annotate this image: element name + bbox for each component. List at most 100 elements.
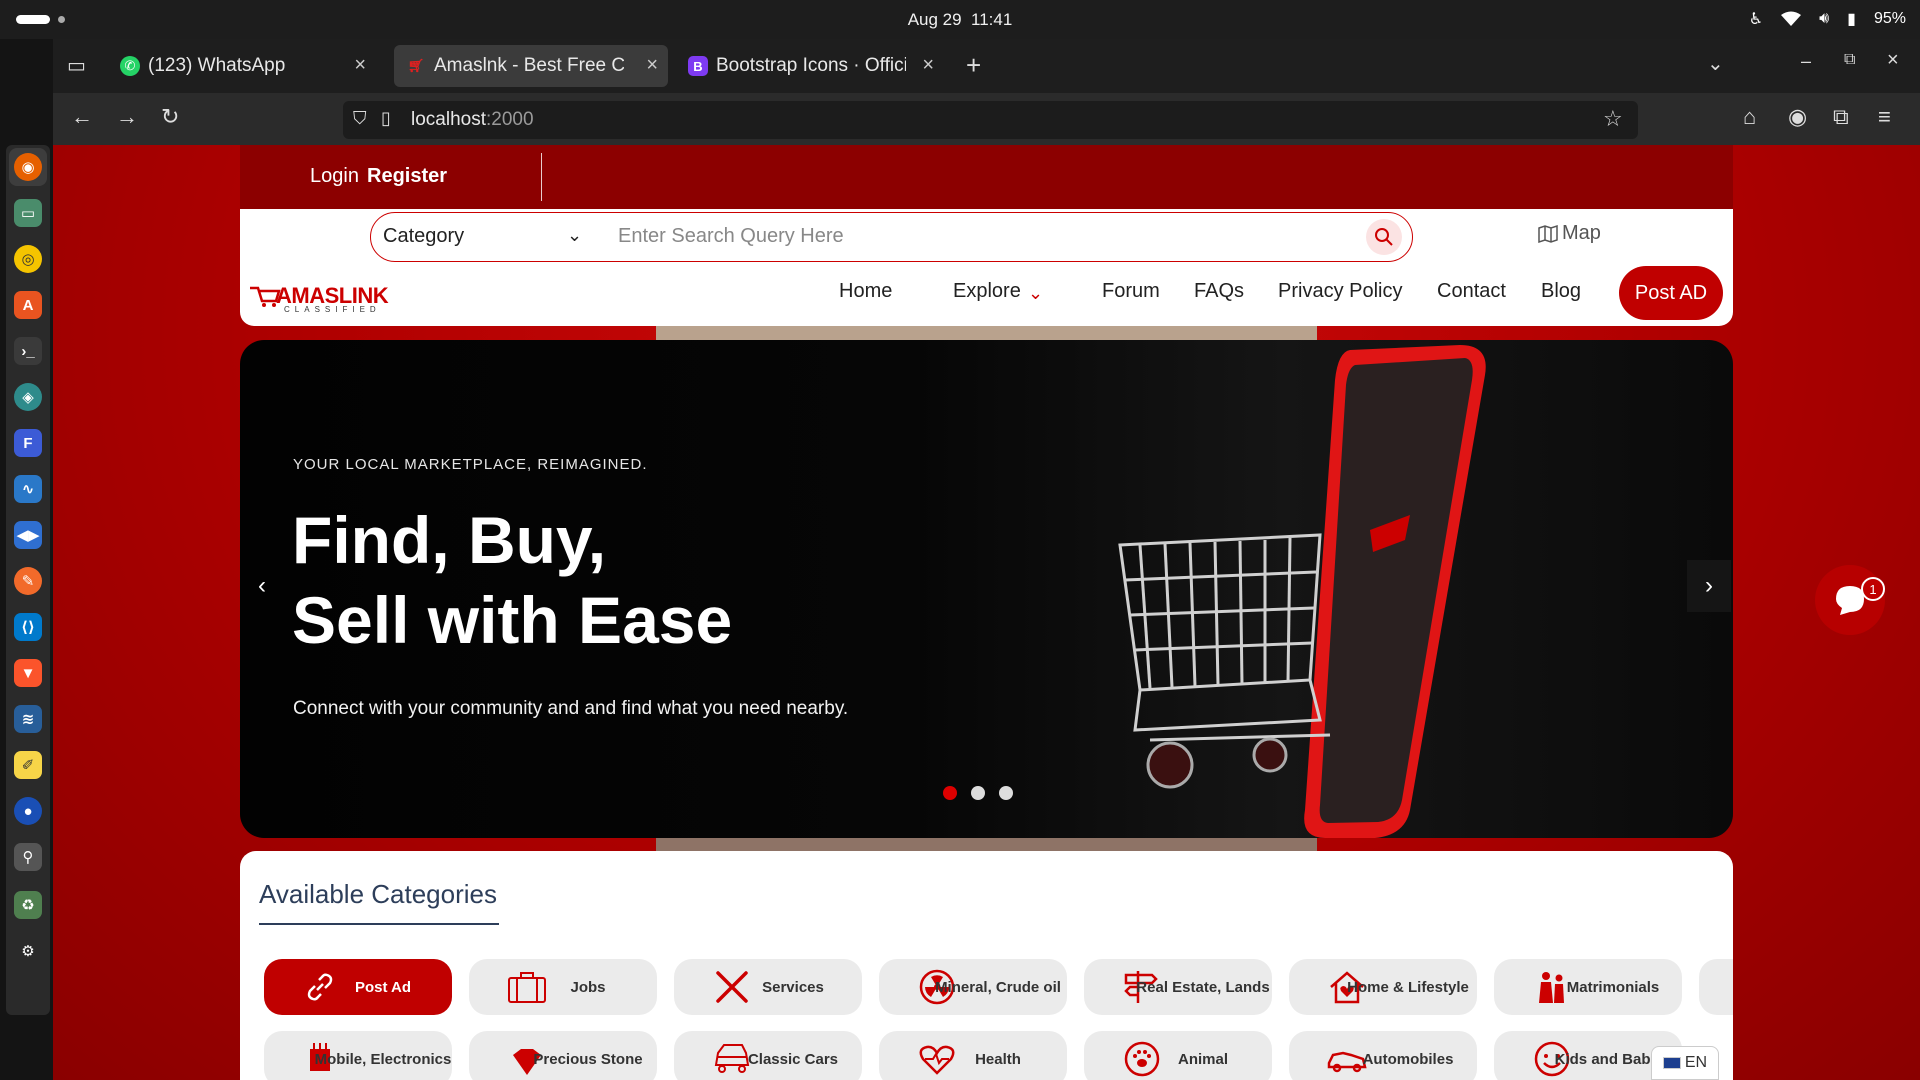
category-matrimonials[interactable]: Matrimonials	[1494, 959, 1682, 1015]
carousel-dot[interactable]	[971, 786, 985, 800]
vscode-icon[interactable]: ⟨⟩	[14, 613, 42, 641]
category-health[interactable]: Health	[879, 1031, 1067, 1080]
app-icon[interactable]: F	[14, 429, 42, 457]
url-text[interactable]: localhost:2000	[411, 109, 534, 131]
minimize-icon[interactable]: –	[1801, 51, 1811, 72]
category-mineral-crude-oil[interactable]: Mineral, Crude oil	[879, 959, 1067, 1015]
carousel-dot[interactable]	[999, 786, 1013, 800]
pocket-icon[interactable]: ⌂	[1743, 104, 1756, 130]
rhythmbox-icon[interactable]: ◎	[14, 245, 42, 273]
menu-icon[interactable]: ≡	[1878, 104, 1891, 130]
close-window-icon[interactable]: ×	[1887, 49, 1899, 72]
app-icon[interactable]: ⚲	[14, 843, 42, 871]
close-tab-icon[interactable]: ×	[354, 54, 366, 77]
mysql-icon[interactable]: ≋	[14, 705, 42, 733]
hero-carousel: YOUR LOCAL MARKETPLACE, REIMAGINED. Find…	[240, 340, 1733, 838]
tab-whatsapp[interactable]: ✆ (123) WhatsApp ×	[108, 45, 376, 87]
category-more[interactable]	[1699, 959, 1733, 1015]
carousel-dot[interactable]	[943, 786, 957, 800]
carousel-next-button[interactable]: ›	[1687, 560, 1731, 612]
firefox-icon[interactable]: ◉	[14, 153, 42, 181]
new-tab-icon[interactable]: +	[966, 50, 981, 81]
menu-explore[interactable]: Explore	[953, 280, 1021, 303]
volume-icon: 🔊︎	[1819, 10, 1830, 27]
search-input[interactable]: Enter Search Query Here	[618, 225, 844, 248]
chevron-down-icon[interactable]: ⌄	[567, 225, 582, 246]
category-classic-cars[interactable]: Classic Cars	[674, 1031, 862, 1080]
category-jobs[interactable]: Jobs	[469, 959, 657, 1015]
hero-subtitle: Connect with your community and and find…	[293, 698, 849, 719]
chat-notification-badge: 1	[1861, 577, 1885, 601]
trash-icon[interactable]: ♻	[14, 891, 42, 919]
bookmark-star-icon[interactable]: ☆	[1603, 106, 1623, 132]
account-icon[interactable]: ◉	[1788, 104, 1807, 130]
app-icon[interactable]: ◀▶	[14, 521, 42, 549]
system-status[interactable]: ♿︎ 🔊︎ ▮ 95%	[1749, 9, 1906, 29]
menu-contact[interactable]: Contact	[1437, 280, 1506, 303]
tab-overview-icon[interactable]: ▭	[67, 53, 86, 78]
carousel-indicators	[943, 786, 1013, 800]
files-icon[interactable]: ▭	[14, 199, 42, 227]
app-dock: ◉ ▭ ◎ A ›_ ◈ F ∿ ◀▶ ✎ ⟨⟩ ▼ ≋ ✐ ● ⚲ ♻ ⚙	[0, 39, 53, 1080]
title-underline	[259, 923, 499, 925]
extensions-icon[interactable]: ⧉	[1833, 104, 1849, 130]
browser-tab-bar: ▭ ✆ (123) WhatsApp × 🛒︎ Amaslnk - Best F…	[53, 39, 1920, 93]
whatsapp-icon: ✆	[120, 56, 140, 76]
close-tab-icon[interactable]: ×	[922, 54, 934, 77]
language-selector[interactable]: EN	[1651, 1046, 1719, 1080]
search-button[interactable]	[1366, 219, 1402, 255]
categories-section: Available Categories Post Ad Jobs Servic…	[240, 851, 1733, 1080]
menu-home[interactable]: Home	[839, 280, 892, 303]
postman-icon[interactable]: ✎	[14, 567, 42, 595]
notes-icon[interactable]: ✐	[14, 751, 42, 779]
webpage: Login Register Category ⌄ Enter Search Q…	[53, 145, 1920, 1080]
category-post-ad[interactable]: Post Ad	[264, 959, 452, 1015]
category-real-estate-lands[interactable]: Real Estate, Lands	[1084, 959, 1272, 1015]
menu-faqs[interactable]: FAQs	[1194, 280, 1244, 303]
map-link[interactable]: Map	[1538, 222, 1601, 245]
category-precious-stone[interactable]: Precious Stone	[469, 1031, 657, 1080]
search-icon	[1375, 228, 1393, 246]
chevron-right-icon: ›	[1705, 572, 1713, 599]
site-logo[interactable]: AMASLINK CLASSIFIED	[250, 279, 410, 320]
monitor-icon[interactable]: ∿	[14, 475, 42, 503]
category-services[interactable]: Services	[674, 959, 862, 1015]
app-icon[interactable]: ◈	[14, 383, 42, 411]
tab-amaslink[interactable]: 🛒︎ Amaslnk - Best Free Classifieds ×	[394, 45, 668, 87]
menu-blog[interactable]: Blog	[1541, 280, 1581, 303]
app-icon[interactable]: ●	[14, 797, 42, 825]
reload-icon[interactable]: ↻	[161, 104, 179, 130]
category-select[interactable]: Category	[383, 225, 464, 248]
show-apps-icon[interactable]: ⚙	[14, 937, 42, 965]
address-bar[interactable]: ⛉ ▯ localhost:2000 ☆	[343, 101, 1638, 139]
map-icon	[1538, 224, 1558, 243]
forward-icon[interactable]: →	[116, 104, 138, 130]
register-link[interactable]: Register	[367, 165, 447, 188]
background-image-strip	[656, 326, 1317, 340]
menu-forum[interactable]: Forum	[1102, 280, 1160, 303]
phone-shopping-cart-illustration	[1118, 345, 1486, 838]
menu-privacy-policy[interactable]: Privacy Policy	[1278, 280, 1402, 303]
terminal-icon[interactable]: ›_	[14, 337, 42, 365]
category-animal[interactable]: Animal	[1084, 1031, 1272, 1080]
brave-icon[interactable]: ▼	[14, 659, 42, 687]
category-mobile-electronics[interactable]: Mobile, Electronics	[264, 1031, 452, 1080]
post-ad-button[interactable]: Post AD	[1619, 266, 1723, 320]
tab-bootstrap-icons[interactable]: B Bootstrap Icons · Official open source…	[676, 45, 944, 87]
back-icon[interactable]: ←	[71, 104, 93, 130]
restore-icon[interactable]: ⧉	[1844, 51, 1855, 69]
os-top-bar: Aug 29 11:41 ♿︎ 🔊︎ ▮ 95%	[0, 0, 1920, 39]
logo-subtitle: CLASSIFIED	[284, 305, 381, 314]
category-home-lifestyle[interactable]: Home & Lifestyle	[1289, 959, 1477, 1015]
category-automobiles[interactable]: Automobiles	[1289, 1031, 1477, 1080]
accessibility-icon: ♿︎	[1748, 11, 1764, 28]
login-link[interactable]: Login	[310, 165, 359, 188]
carousel-prev-button[interactable]: ‹	[240, 560, 284, 612]
shield-icon[interactable]: ⛉	[353, 108, 367, 129]
chevron-down-icon[interactable]: ⌄	[1028, 283, 1043, 304]
list-tabs-icon[interactable]: ⌄	[1707, 51, 1724, 76]
software-center-icon[interactable]: A	[14, 291, 42, 319]
battery-icon: ▮	[1847, 11, 1856, 28]
close-tab-icon[interactable]: ×	[646, 54, 658, 77]
clock[interactable]: Aug 29 11:41	[0, 10, 1920, 30]
